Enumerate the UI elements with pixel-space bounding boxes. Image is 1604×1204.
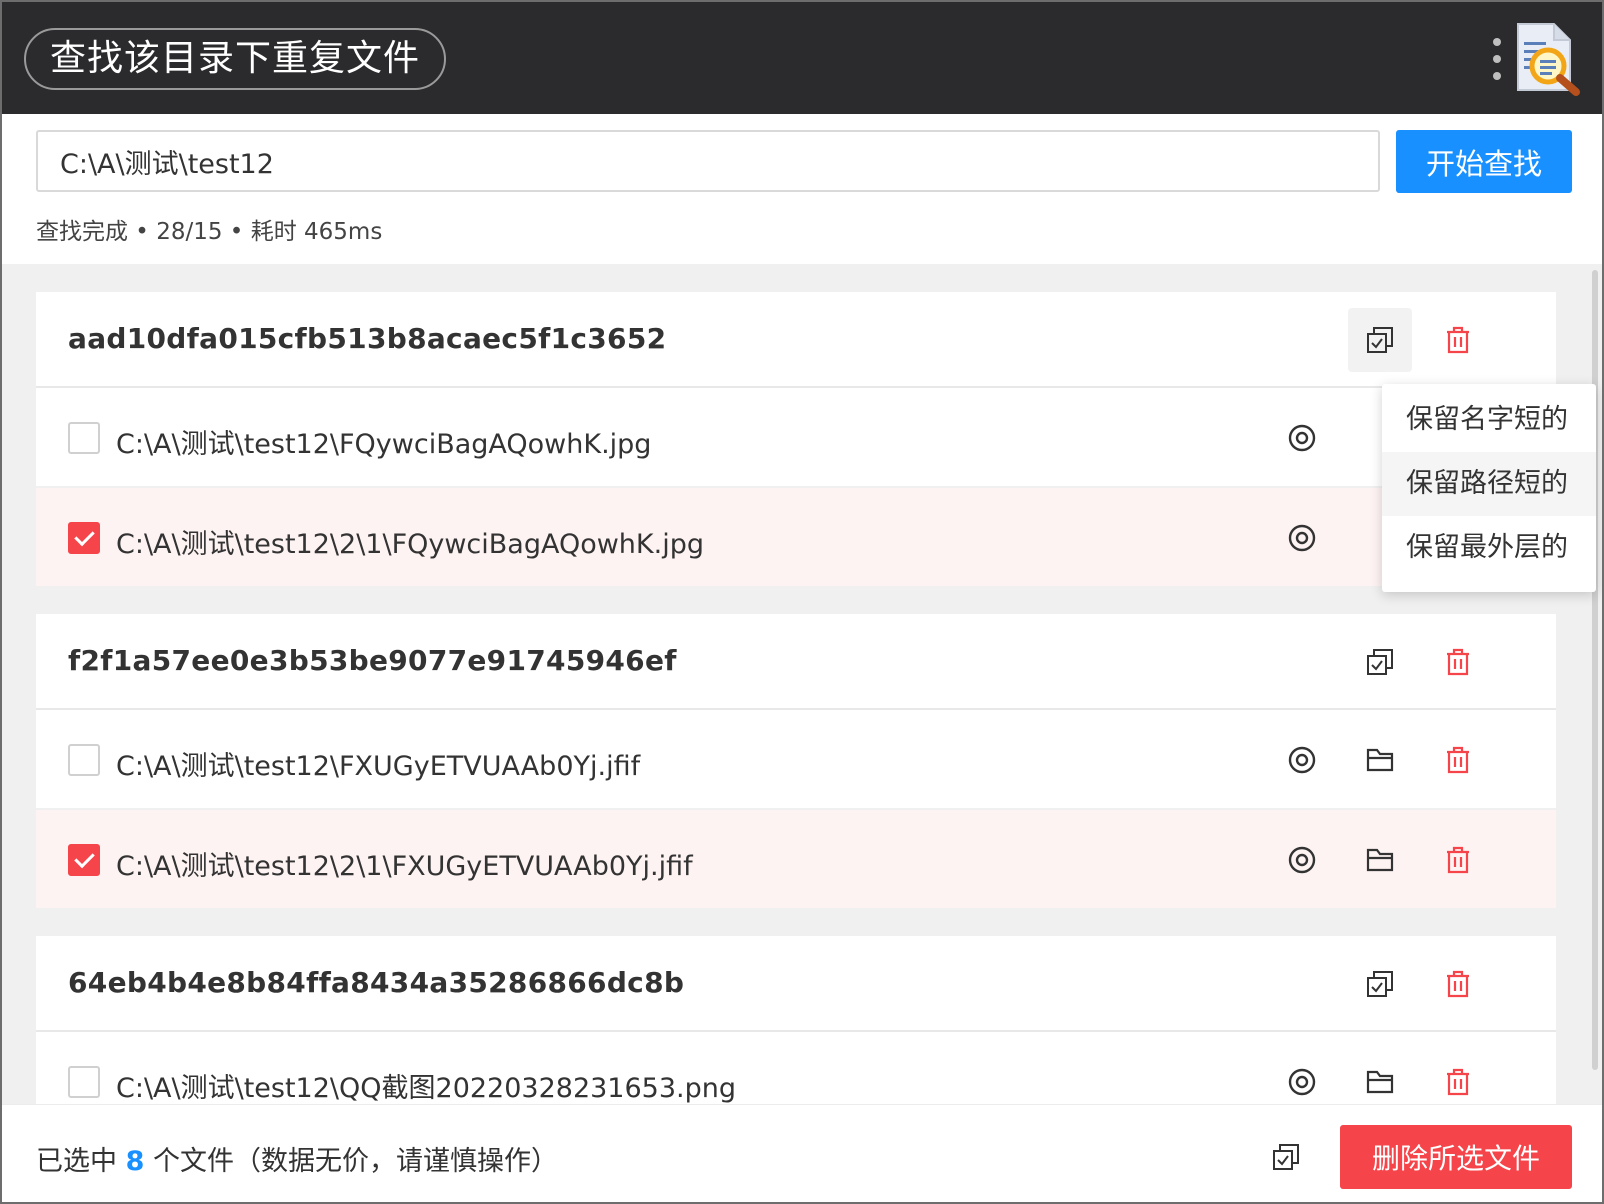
trash-icon[interactable] (1426, 630, 1490, 694)
file-path: C:\A\测试\test12\2\1\FXUGyETVUAAb0Yj.jfif (116, 851, 693, 882)
group-header: 64eb4b4e8b84ffa8434a35286866dc8b (36, 936, 1556, 1032)
status-counts: 28/15 (156, 219, 223, 245)
selection-summary: 已选中 8 个文件（数据无价，请谨慎操作） (36, 1139, 558, 1178)
status-elapsed: 耗时 465ms (250, 219, 383, 245)
status-state: 查找完成 (36, 219, 128, 245)
folder-icon[interactable] (1348, 828, 1412, 892)
group-header: f2f1a57ee0e3b53be9077e91745946ef (36, 614, 1556, 710)
eye-icon[interactable] (1270, 506, 1334, 570)
file-checkbox[interactable] (68, 422, 100, 454)
menu-item-keep-shortest-name[interactable]: 保留名字短的 (1382, 388, 1596, 452)
file-checkbox[interactable] (68, 522, 100, 554)
eye-icon[interactable] (1270, 1050, 1334, 1104)
duplicate-group: 64eb4b4e8b84ffa8434a35286866dc8b C:\A\测试… (36, 936, 1556, 1104)
start-search-button[interactable]: 开始查找 (1396, 130, 1572, 193)
trash-icon[interactable] (1426, 1050, 1490, 1104)
window-title: 查找该目录下重复文件 (24, 28, 447, 90)
delete-selected-button[interactable]: 删除所选文件 (1340, 1125, 1572, 1189)
selection-count: 8 (125, 1146, 145, 1177)
app-window: 查找该目录下重复文件 开始查找 查找完成 • 28/15 • 耗时 465ms (0, 0, 1604, 1204)
duplicate-group: f2f1a57ee0e3b53be9077e91745946ef C:\A\测试… (36, 614, 1556, 910)
menu-item-keep-shortest-path[interactable]: 保留路径短的 (1382, 452, 1596, 516)
file-path: C:\A\测试\test12\QQ截图20220328231653.png (116, 1073, 736, 1104)
group-hash: f2f1a57ee0e3b53be9077e91745946ef (68, 644, 677, 677)
document-search-logo (1510, 20, 1586, 98)
trash-icon[interactable] (1426, 308, 1490, 372)
eye-icon[interactable] (1270, 828, 1334, 892)
file-row[interactable]: C:\A\测试\test12\FQywciBagAQowhK.jpg (36, 388, 1556, 488)
file-row[interactable]: C:\A\测试\test12\2\1\FQywciBagAQowhK.jpg (36, 488, 1556, 588)
directory-path-input[interactable] (36, 130, 1380, 192)
file-checkbox[interactable] (68, 1066, 100, 1098)
folder-icon[interactable] (1348, 1050, 1412, 1104)
menu-item-keep-outermost[interactable]: 保留最外层的 (1382, 516, 1596, 580)
duplicate-group: aad10dfa015cfb513b8acaec5f1c3652 C:\A\测试… (36, 292, 1556, 588)
more-vertical-icon[interactable] (1490, 38, 1504, 80)
status-separator: • (222, 219, 251, 245)
eye-icon[interactable] (1270, 406, 1334, 470)
group-header: aad10dfa015cfb513b8acaec5f1c3652 (36, 292, 1556, 388)
multi-check-icon[interactable] (1254, 1125, 1318, 1189)
file-row[interactable]: C:\A\测试\test12\FXUGyETVUAAb0Yj.jfif (36, 710, 1556, 810)
file-path: C:\A\测试\test12\2\1\FQywciBagAQowhK.jpg (116, 529, 704, 560)
file-row[interactable]: C:\A\测试\test12\2\1\FXUGyETVUAAb0Yj.jfif (36, 810, 1556, 910)
multi-check-icon[interactable] (1348, 630, 1412, 694)
title-bar: 查找该目录下重复文件 (2, 2, 1602, 114)
file-checkbox[interactable] (68, 844, 100, 876)
trash-icon[interactable] (1426, 828, 1490, 892)
file-path: C:\A\测试\test12\FXUGyETVUAAb0Yj.jfif (116, 751, 641, 782)
file-path: C:\A\测试\test12\FQywciBagAQowhK.jpg (116, 429, 652, 460)
footer-bar: 已选中 8 个文件（数据无价，请谨慎操作） 删除所选文件 (2, 1104, 1602, 1202)
search-status: 查找完成 • 28/15 • 耗时 465ms (36, 212, 382, 246)
eye-icon[interactable] (1270, 728, 1334, 792)
selection-suffix: 个文件（数据无价，请谨慎操作） (152, 1146, 558, 1177)
trash-icon[interactable] (1426, 728, 1490, 792)
folder-icon[interactable] (1348, 728, 1412, 792)
keep-rule-dropdown: 保留名字短的 保留路径短的 保留最外层的 (1382, 384, 1596, 592)
multi-check-icon[interactable] (1348, 952, 1412, 1016)
group-hash: aad10dfa015cfb513b8acaec5f1c3652 (68, 322, 667, 355)
selection-prefix: 已选中 (36, 1146, 117, 1177)
trash-icon[interactable] (1426, 952, 1490, 1016)
group-hash: 64eb4b4e8b84ffa8434a35286866dc8b (68, 966, 685, 999)
file-row[interactable]: C:\A\测试\test12\QQ截图20220328231653.png (36, 1032, 1556, 1104)
status-separator: • (128, 219, 157, 245)
file-checkbox[interactable] (68, 744, 100, 776)
multi-check-icon[interactable] (1348, 308, 1412, 372)
